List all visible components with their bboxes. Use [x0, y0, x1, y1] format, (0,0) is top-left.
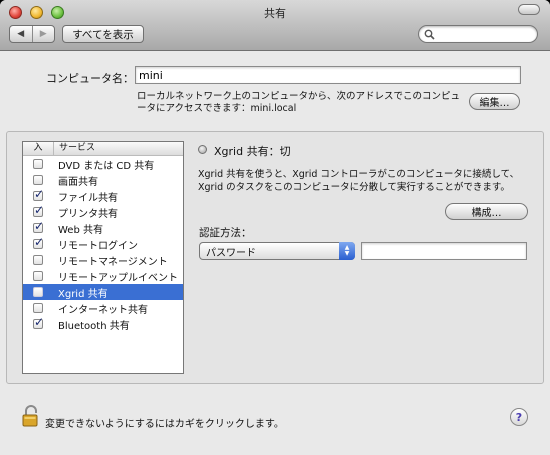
password-field[interactable] — [361, 242, 527, 260]
service-checkbox[interactable] — [33, 235, 44, 249]
service-name: ファイル共有 — [58, 192, 118, 204]
search-field[interactable] — [418, 25, 538, 43]
service-checkbox-cell — [23, 175, 53, 185]
toolbar-toggle-button[interactable] — [518, 4, 540, 15]
service-row[interactable]: プリンタ共有 — [23, 203, 183, 220]
service-checkbox-cell — [23, 159, 53, 169]
auth-method-value: パスワード — [206, 247, 256, 259]
computer-name-field[interactable] — [135, 66, 521, 84]
column-service-header[interactable]: サービス — [54, 142, 95, 155]
service-checkbox-cell — [23, 203, 53, 217]
service-name: DVD または CD 共有 — [58, 160, 155, 172]
service-status: Xgrid 共有：切 — [214, 145, 291, 158]
service-name: Web 共有 — [58, 224, 103, 236]
service-row[interactable]: リモートアップルイベント — [23, 268, 183, 284]
service-name: リモートアップルイベント — [58, 272, 178, 284]
service-name: リモートマネージメント — [58, 256, 168, 268]
status-indicator-icon — [198, 145, 207, 154]
back-forward-control: ◀ ▶ — [9, 25, 55, 43]
column-on-header[interactable]: 入 — [23, 142, 54, 155]
service-row[interactable]: リモートログイン — [23, 235, 183, 252]
service-name: プリンタ共有 — [58, 208, 118, 220]
configure-button[interactable]: 構成… — [445, 203, 528, 220]
service-row[interactable]: DVD または CD 共有 — [23, 156, 183, 172]
service-row[interactable]: リモートマネージメント — [23, 252, 183, 268]
service-row[interactable]: Xgrid 共有 — [23, 284, 183, 300]
service-checkbox-cell — [23, 315, 53, 329]
service-checkbox[interactable] — [33, 175, 43, 185]
service-name: 画面共有 — [58, 176, 98, 188]
title-bar: 共有 ◀ ▶ すべてを表示 — [0, 0, 550, 51]
service-checkbox[interactable] — [33, 255, 43, 265]
service-name: Bluetooth 共有 — [58, 320, 130, 332]
service-checkbox[interactable] — [33, 219, 44, 233]
service-description: Xgrid 共有を使うと、Xgrid コントローラがこのコンピュータに接続して、… — [198, 169, 520, 193]
service-name: Xgrid 共有 — [58, 288, 108, 300]
edit-button[interactable]: 編集… — [469, 93, 520, 110]
service-checkbox-cell — [23, 235, 53, 249]
help-button[interactable]: ? — [510, 408, 528, 426]
window-title: 共有 — [264, 7, 286, 20]
service-row[interactable]: 画面共有 — [23, 172, 183, 188]
service-checkbox[interactable] — [33, 271, 43, 281]
service-checkbox-cell — [23, 255, 53, 265]
search-input[interactable] — [437, 27, 531, 41]
service-checkbox[interactable] — [33, 315, 44, 329]
services-table: 入 サービス DVD または CD 共有画面共有ファイル共有プリンタ共有 Web … — [22, 141, 184, 374]
show-all-button[interactable]: すべてを表示 — [62, 25, 144, 43]
back-icon[interactable]: ◀ — [10, 26, 32, 42]
service-row[interactable]: Web 共有 — [23, 219, 183, 236]
computer-address-description: ローカルネットワーク上のコンピュータから、次のアドレスでこのコンピュータにアクセ… — [137, 91, 461, 114]
service-row[interactable]: ファイル共有 — [23, 187, 183, 204]
service-checkbox[interactable] — [33, 187, 44, 201]
service-checkbox[interactable] — [33, 203, 44, 217]
service-row[interactable]: インターネット共有 — [23, 300, 183, 316]
auth-method-select[interactable]: パスワード ▲ ▼ — [199, 242, 355, 260]
service-name: インターネット共有 — [58, 304, 148, 316]
auth-method-label: 認証方法： — [199, 227, 252, 239]
lock-message: 変更できないようにするにはカギをクリックします。 — [45, 419, 284, 430]
service-checkbox-cell — [23, 303, 53, 313]
services-table-header: 入 サービス — [23, 142, 183, 156]
forward-icon[interactable]: ▶ — [31, 26, 55, 42]
search-icon — [424, 29, 435, 40]
service-checkbox[interactable] — [33, 159, 43, 169]
service-row[interactable]: Bluetooth 共有 — [23, 315, 183, 332]
computer-name-label: コンピュータ名： — [46, 72, 134, 85]
service-checkbox-cell — [23, 271, 53, 281]
lock-icon[interactable] — [22, 405, 42, 427]
service-checkbox-cell — [23, 187, 53, 201]
sharing-window: 共有 ◀ ▶ すべてを表示 コンピュータ名： ローカルネットワーク上のコンピュー… — [0, 0, 550, 455]
service-checkbox-cell — [23, 219, 53, 233]
service-checkbox[interactable] — [33, 287, 43, 297]
updown-arrows-icon: ▲ ▼ — [339, 242, 355, 260]
service-checkbox[interactable] — [33, 303, 43, 313]
computer-name-section: コンピュータ名： ローカルネットワーク上のコンピュータから、次のアドレスでこのコ… — [0, 51, 550, 128]
service-checkbox-cell — [23, 287, 53, 297]
service-name: リモートログイン — [58, 240, 138, 252]
